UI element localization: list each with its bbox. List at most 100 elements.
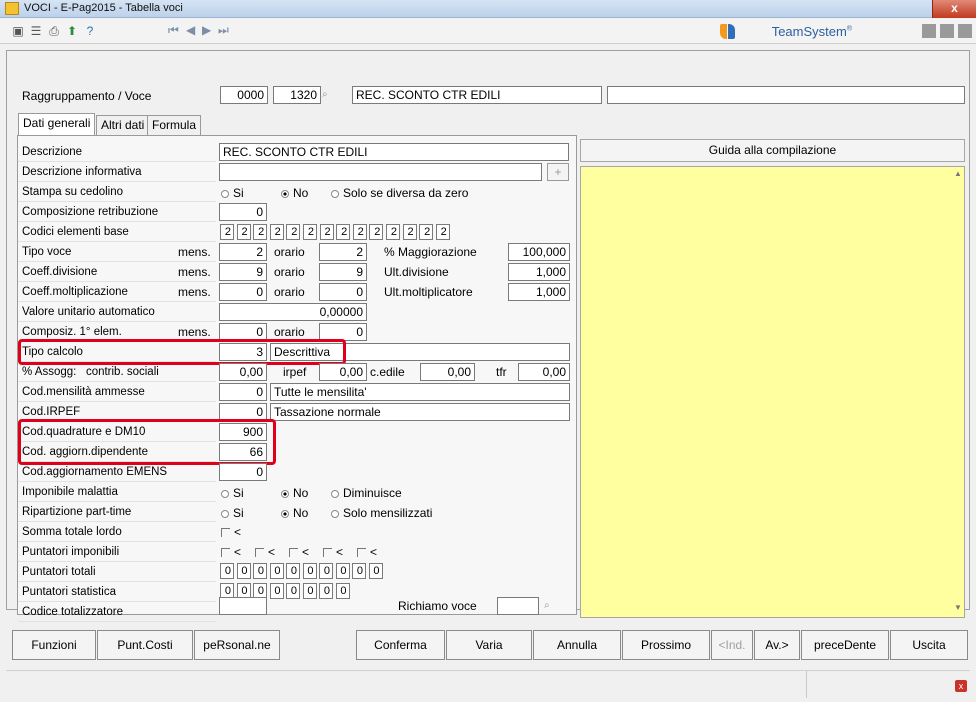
stampa-si-radio[interactable]: Si	[221, 185, 244, 201]
composizione-field[interactable]: 0	[219, 203, 267, 221]
next-record-icon[interactable]: ▶	[202, 23, 211, 37]
emens-field[interactable]: 0	[219, 463, 267, 481]
punt-totali-box[interactable]: 0	[335, 563, 350, 579]
codice-tot-field[interactable]	[219, 597, 267, 615]
coeff-molt-mens-field[interactable]: 0	[219, 283, 267, 301]
richiamo-lookup-icon[interactable]: ⌕	[544, 600, 554, 611]
tab-formula[interactable]: Formula	[147, 115, 202, 135]
somma-lordo-checkbox[interactable]: <	[221, 524, 241, 540]
malattia-no-radio[interactable]: No	[281, 485, 308, 501]
codice-base-box[interactable]: 2	[435, 224, 450, 240]
varia-button[interactable]: Varia	[446, 630, 532, 660]
window-close-button[interactable]: x	[932, 0, 976, 18]
punt-totali-box[interactable]: 0	[302, 563, 317, 579]
assogg-cedile-field[interactable]: 0,00	[420, 363, 475, 381]
maggiorazione-field[interactable]: 100,000	[508, 243, 570, 261]
assogg-irpef-field[interactable]: 0,00	[319, 363, 367, 381]
ult-molt-field[interactable]: 1,000	[508, 283, 570, 301]
voice-name-field[interactable]: REC. SCONTO CTR EDILI	[352, 86, 602, 104]
personal-button[interactable]: peRsonal.ne	[194, 630, 280, 660]
codice-base-box[interactable]: 2	[419, 224, 434, 240]
ind-button[interactable]: <Ind.	[711, 630, 753, 660]
punt-totali-box[interactable]: 0	[253, 563, 267, 579]
malattia-si-radio[interactable]: Si	[221, 485, 244, 501]
status-close-icon[interactable]: x	[955, 680, 967, 692]
punt-totali-box[interactable]: 0	[220, 563, 234, 579]
codice-base-box[interactable]: 2	[303, 224, 317, 240]
coeff-div-mens-field[interactable]: 9	[219, 263, 267, 281]
scroll-down-icon[interactable]: ▼	[952, 603, 964, 615]
part-time-si-radio[interactable]: Si	[221, 505, 244, 521]
punt-statistica-box[interactable]: 0	[269, 583, 284, 599]
punt-imponibili-checkbox[interactable]: <	[323, 544, 343, 560]
group-code-field[interactable]: 0000	[220, 86, 268, 104]
window-close-icon[interactable]	[958, 24, 972, 38]
descr-info-field[interactable]	[219, 163, 542, 181]
voice-extra-field[interactable]	[607, 86, 965, 104]
list-icon[interactable]: ☰	[28, 23, 44, 39]
funzioni-button[interactable]: Funzioni	[12, 630, 96, 660]
voice-lookup-icon[interactable]: ⌕	[322, 89, 332, 100]
coeff-molt-orario-field[interactable]: 0	[319, 283, 367, 301]
punt-totali-box[interactable]: 0	[352, 563, 366, 579]
annulla-button[interactable]: Annulla	[533, 630, 621, 660]
av-button[interactable]: Av.>	[754, 630, 800, 660]
descrizione-field[interactable]: REC. SCONTO CTR EDILI	[219, 143, 569, 161]
punt-imponibili-checkbox[interactable]: <	[255, 544, 275, 560]
punt-statistica-box[interactable]: 0	[335, 583, 350, 599]
part-time-no-radio[interactable]: No	[281, 505, 308, 521]
punt-totali-box[interactable]: 0	[269, 563, 284, 579]
tipo-voce-mens-field[interactable]: 2	[219, 243, 267, 261]
codice-base-box[interactable]: 2	[336, 224, 351, 240]
window-tile-icon[interactable]	[922, 24, 936, 38]
punt-costi-button[interactable]: Punt.Costi	[97, 630, 193, 660]
codice-base-box[interactable]: 2	[386, 224, 400, 240]
part-time-solo-radio[interactable]: Solo mensilizzati	[331, 505, 432, 521]
codice-base-box[interactable]: 2	[352, 224, 367, 240]
ult-div-field[interactable]: 1,000	[508, 263, 570, 281]
mensilita-desc-field[interactable]: Tutte le mensilita'	[270, 383, 570, 401]
codice-base-box[interactable]: 2	[319, 224, 334, 240]
punt-totali-box[interactable]: 0	[368, 563, 383, 579]
print-icon[interactable]: ⎙	[46, 23, 62, 39]
codice-base-box[interactable]: 2	[220, 224, 234, 240]
codice-base-box[interactable]: 2	[253, 224, 268, 240]
precedente-button[interactable]: preceDente	[801, 630, 889, 660]
valore-unit-field[interactable]: 0,00000	[219, 303, 367, 321]
codice-base-box[interactable]: 2	[236, 224, 251, 240]
punt-totali-box[interactable]: 0	[319, 563, 333, 579]
tab-dati-generali[interactable]: Dati generali	[18, 113, 96, 135]
window-next-icon[interactable]	[940, 24, 954, 38]
help-icon[interactable]: ?	[82, 23, 98, 39]
prossimo-button[interactable]: Prossimo	[622, 630, 710, 660]
punt-imponibili-checkbox[interactable]: <	[289, 544, 309, 560]
stampa-no-radio[interactable]: No	[281, 185, 308, 201]
punt-totali-box[interactable]: 0	[236, 563, 251, 579]
tipo-voce-orario-field[interactable]: 2	[319, 243, 367, 261]
print-preview-icon[interactable]: ▣	[10, 23, 26, 39]
malattia-dim-radio[interactable]: Diminuisce	[331, 485, 402, 501]
export-icon[interactable]: ⬆	[64, 23, 80, 39]
codice-base-box[interactable]: 2	[402, 224, 417, 240]
codice-base-box[interactable]: 2	[269, 224, 284, 240]
conferma-button[interactable]: Conferma	[356, 630, 445, 660]
tab-altri-dati[interactable]: Altri dati	[96, 115, 150, 135]
richiamo-field[interactable]	[497, 597, 539, 615]
punt-totali-box[interactable]: 0	[286, 563, 300, 579]
coeff-div-orario-field[interactable]: 9	[319, 263, 367, 281]
scroll-up-icon[interactable]: ▲	[952, 169, 964, 181]
assogg-contrib-field[interactable]: 0,00	[219, 363, 267, 381]
last-record-icon[interactable]: ⏭	[218, 23, 229, 38]
add-icon[interactable]: +	[547, 163, 569, 181]
punt-statistica-box[interactable]: 0	[319, 583, 333, 599]
codice-base-box[interactable]: 2	[369, 224, 384, 240]
punt-statistica-box[interactable]: 0	[302, 583, 317, 599]
punt-imponibili-checkbox[interactable]: <	[221, 544, 241, 560]
assogg-tfr-field[interactable]: 0,00	[518, 363, 570, 381]
irpef-desc-field[interactable]: Tassazione normale	[270, 403, 570, 421]
voice-code-field[interactable]: 1320	[273, 86, 321, 104]
first-record-icon[interactable]: ⏮	[168, 23, 179, 38]
codice-base-box[interactable]: 2	[286, 224, 301, 240]
mensilita-code-field[interactable]: 0	[219, 383, 267, 401]
prev-record-icon[interactable]: ◀	[186, 23, 195, 37]
